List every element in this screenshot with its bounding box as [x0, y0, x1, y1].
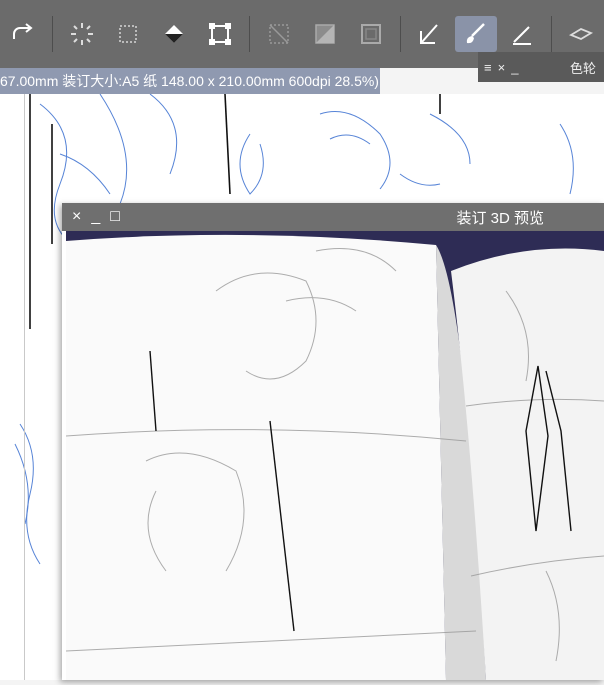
menu-icon[interactable]: ≡	[484, 60, 492, 75]
redo-icon	[13, 23, 33, 39]
select-invert-icon	[315, 24, 335, 44]
select-off-icon	[269, 24, 289, 44]
select-off-button[interactable]	[258, 16, 300, 52]
toolbar-divider	[249, 16, 250, 52]
brush-icon	[466, 23, 485, 44]
pen-select-icon	[420, 24, 438, 44]
loading-icon	[71, 23, 93, 45]
select-border-button[interactable]	[107, 16, 149, 52]
dotted-square-icon	[119, 25, 137, 43]
select-invert-button[interactable]	[304, 16, 346, 52]
minimize-icon[interactable]: _	[511, 60, 518, 75]
canvas-ruler	[6, 94, 25, 680]
window-maximize-icon[interactable]: □	[110, 208, 120, 226]
pen-button[interactable]	[501, 16, 543, 52]
fill-button[interactable]	[153, 16, 195, 52]
pen-select-button[interactable]	[409, 16, 451, 52]
hat-icon	[568, 27, 594, 41]
color-wheel-palette-tab[interactable]: ≡ × _ 色轮	[478, 52, 604, 82]
brush-button[interactable]	[455, 16, 497, 52]
window-close-icon[interactable]: ×	[72, 208, 81, 226]
transform-button[interactable]	[199, 16, 241, 52]
transform-icon	[209, 23, 231, 45]
palette-label: 色轮	[569, 60, 596, 76]
preview-window-title: 装订 3D 预览	[456, 209, 544, 227]
book-3d-view[interactable]	[66, 231, 604, 680]
fill-icon	[165, 25, 183, 43]
loading-button[interactable]	[61, 16, 103, 52]
toolbar-divider	[551, 16, 552, 52]
frame-icon	[361, 24, 381, 44]
document-title: 67.00mm 装订大小:A5 纸 148.00 x 210.00mm 600d…	[0, 73, 379, 89]
hat-button[interactable]	[560, 16, 602, 52]
open-book-illustration	[66, 234, 604, 680]
toolbar-divider	[400, 16, 401, 52]
window-minimize-icon[interactable]: _	[91, 208, 100, 226]
frame-button[interactable]	[350, 16, 392, 52]
preview-window-titlebar[interactable]: × _ □ 装订 3D 预览	[62, 203, 604, 231]
close-icon[interactable]: ×	[498, 60, 506, 75]
toolbar-divider	[52, 16, 53, 52]
document-title-bar: 67.00mm 装订大小:A5 纸 148.00 x 210.00mm 600d…	[0, 68, 380, 94]
redo-button[interactable]	[2, 16, 44, 52]
pen-icon	[513, 26, 531, 45]
binding-3d-preview-window: × _ □ 装订 3D 预览	[62, 203, 604, 680]
